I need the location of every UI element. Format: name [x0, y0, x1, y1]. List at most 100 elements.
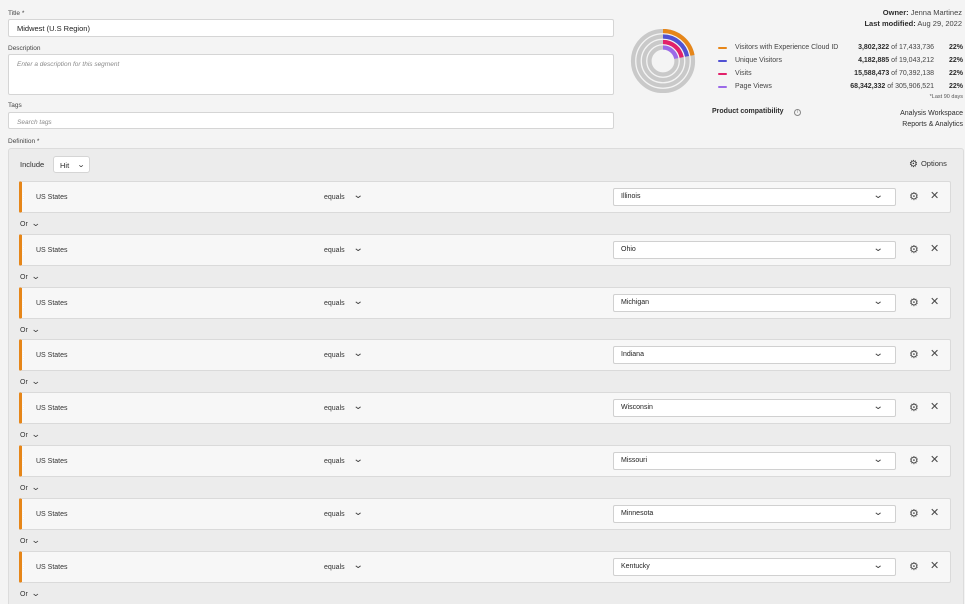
drag-handle[interactable] [23, 193, 25, 202]
chevron-down-icon[interactable]: ⌄ [873, 454, 884, 465]
gear-icon[interactable]: ⚙ [909, 560, 919, 573]
rule-value: Illinois [621, 193, 641, 200]
rule-row: US States equals ⌄ Indiana ⌄ ⚙ ✕ [19, 339, 951, 372]
gear-icon[interactable]: ⚙ [909, 348, 919, 361]
or-connector[interactable]: Or ⌄ [20, 324, 40, 335]
chevron-down-icon[interactable]: ⌄ [353, 243, 364, 254]
gear-icon[interactable]: ⚙ [909, 507, 919, 520]
gear-icon[interactable]: ⚙ [909, 401, 919, 414]
or-connector[interactable]: Or ⌄ [20, 218, 41, 229]
drag-handle[interactable] [23, 404, 25, 414]
or-connector[interactable]: Or ⌄ [20, 535, 40, 546]
metric-percent: 22% [948, 70, 963, 77]
info-icon[interactable]: i [794, 109, 801, 116]
drag-handle[interactable] [23, 562, 25, 572]
tags-input[interactable]: Search tags [8, 112, 614, 129]
chevron-down-icon[interactable]: ⌄ [873, 296, 884, 307]
drag-handle[interactable] [23, 457, 25, 466]
rule-operator[interactable]: equals [324, 300, 345, 307]
rule-operator[interactable]: equals [324, 458, 345, 465]
close-icon[interactable]: ✕ [930, 400, 939, 413]
chevron-down-icon[interactable]: ⌄ [353, 560, 364, 571]
rule-value-input[interactable]: Ohio [613, 240, 896, 259]
metric-total: of 19,043,212 [891, 57, 934, 64]
chevron-down-icon[interactable]: ⌄ [873, 243, 884, 254]
gear-icon[interactable]: ⚙ [909, 296, 919, 309]
options-button[interactable]: ⚙ Options [909, 159, 947, 170]
rule-value-input[interactable]: Minnesota [613, 504, 896, 523]
drag-handle[interactable] [23, 298, 25, 308]
rule-operator[interactable]: equals [324, 352, 345, 359]
description-input[interactable]: Enter a description for this segment [8, 54, 614, 95]
rule-value-input[interactable]: Missouri [613, 452, 896, 470]
chevron-down-icon[interactable]: ⌄ [873, 348, 884, 359]
gear-icon[interactable]: ⚙ [909, 454, 919, 467]
chevron-down-icon: ⌄ [30, 587, 41, 598]
owner-name: Jenna Martinez [910, 8, 962, 17]
gear-icon[interactable]: ⚙ [909, 190, 919, 203]
chevron-down-icon[interactable]: ⌄ [353, 348, 364, 359]
metric-total: of 305,906,521 [887, 83, 934, 90]
gear-icon[interactable]: ⚙ [909, 243, 919, 256]
legend-swatch [718, 60, 727, 62]
rule-operator[interactable]: equals [324, 247, 345, 254]
rule-dimension[interactable]: US States [36, 405, 68, 412]
close-icon[interactable]: ✕ [930, 295, 939, 308]
close-icon[interactable]: ✕ [930, 453, 939, 466]
close-icon[interactable]: ✕ [930, 506, 939, 519]
metric-total: of 70,392,138 [891, 70, 934, 77]
rule-operator[interactable]: equals [324, 194, 345, 201]
or-connector[interactable]: Or ⌄ [20, 429, 41, 440]
rule-value-input[interactable]: Kentucky [613, 557, 896, 576]
rule-dimension[interactable]: US States [36, 458, 68, 465]
or-connector[interactable]: Or ⌄ [20, 482, 40, 493]
rule-value-input[interactable]: Michigan [613, 293, 896, 312]
close-icon[interactable]: ✕ [930, 347, 939, 360]
or-connector[interactable]: Or ⌄ [20, 376, 40, 387]
rule-operator[interactable]: equals [324, 405, 345, 412]
rule-value-input[interactable]: Indiana [613, 346, 896, 365]
or-connector[interactable]: Or ⌄ [20, 271, 40, 282]
rule-dimension[interactable]: US States [36, 300, 68, 307]
owner-label: Owner: [882, 8, 909, 17]
metric-value: 4,182,885 [858, 57, 890, 64]
rule-dimension[interactable]: US States [36, 352, 68, 359]
rule-dimension[interactable]: US States [36, 247, 68, 254]
rule-row: US States equals ⌄ Illinois ⌄ ⚙ ✕ [19, 181, 951, 213]
chevron-down-icon[interactable]: ⌄ [353, 401, 364, 412]
chevron-down-icon: ⌄ [30, 429, 41, 440]
rule-value-input[interactable]: Illinois [613, 188, 896, 206]
chevron-down-icon[interactable]: ⌄ [873, 507, 884, 518]
container-select[interactable]: Hit ⌄ [53, 156, 90, 173]
rule-dimension[interactable]: US States [36, 194, 68, 201]
metric-value: 3,802,322 [858, 44, 890, 51]
rule-value: Kentucky [621, 562, 650, 570]
chevron-down-icon[interactable]: ⌄ [353, 507, 364, 518]
legend-row: Unique Visitors 4,182,885 of 19,043,212 … [718, 57, 964, 70]
rule-operator[interactable]: equals [324, 564, 345, 571]
chevron-down-icon[interactable]: ⌄ [873, 190, 884, 201]
rule-value-input[interactable]: Wisconsin [613, 399, 896, 418]
rule-value: Ohio [621, 245, 636, 253]
close-icon[interactable]: ✕ [930, 242, 939, 255]
chevron-down-icon[interactable]: ⌄ [873, 401, 884, 412]
chevron-down-icon[interactable]: ⌄ [353, 454, 364, 465]
chevron-down-icon[interactable]: ⌄ [873, 560, 884, 571]
modified-date: Aug 29, 2022 [917, 18, 962, 28]
chevron-down-icon[interactable]: ⌄ [353, 296, 364, 307]
metric-value: 68,342,332 [850, 83, 886, 90]
metric-percent: 22% [948, 57, 963, 64]
title-input[interactable]: Midwest (U.S Region) [8, 19, 614, 37]
rule-dimension[interactable]: US States [36, 564, 68, 571]
drag-handle[interactable] [23, 245, 25, 255]
chevron-down-icon[interactable]: ⌄ [353, 190, 364, 201]
or-connector[interactable]: Or ⌄ [20, 587, 41, 599]
drag-handle[interactable] [23, 351, 25, 361]
rule-dimension[interactable]: US States [36, 511, 68, 518]
close-icon[interactable]: ✕ [930, 189, 939, 202]
close-icon[interactable]: ✕ [930, 559, 939, 572]
chevron-down-icon: ⌄ [30, 218, 41, 228]
drag-handle[interactable] [23, 509, 25, 519]
legend-swatch [718, 47, 727, 49]
rule-operator[interactable]: equals [324, 511, 345, 518]
